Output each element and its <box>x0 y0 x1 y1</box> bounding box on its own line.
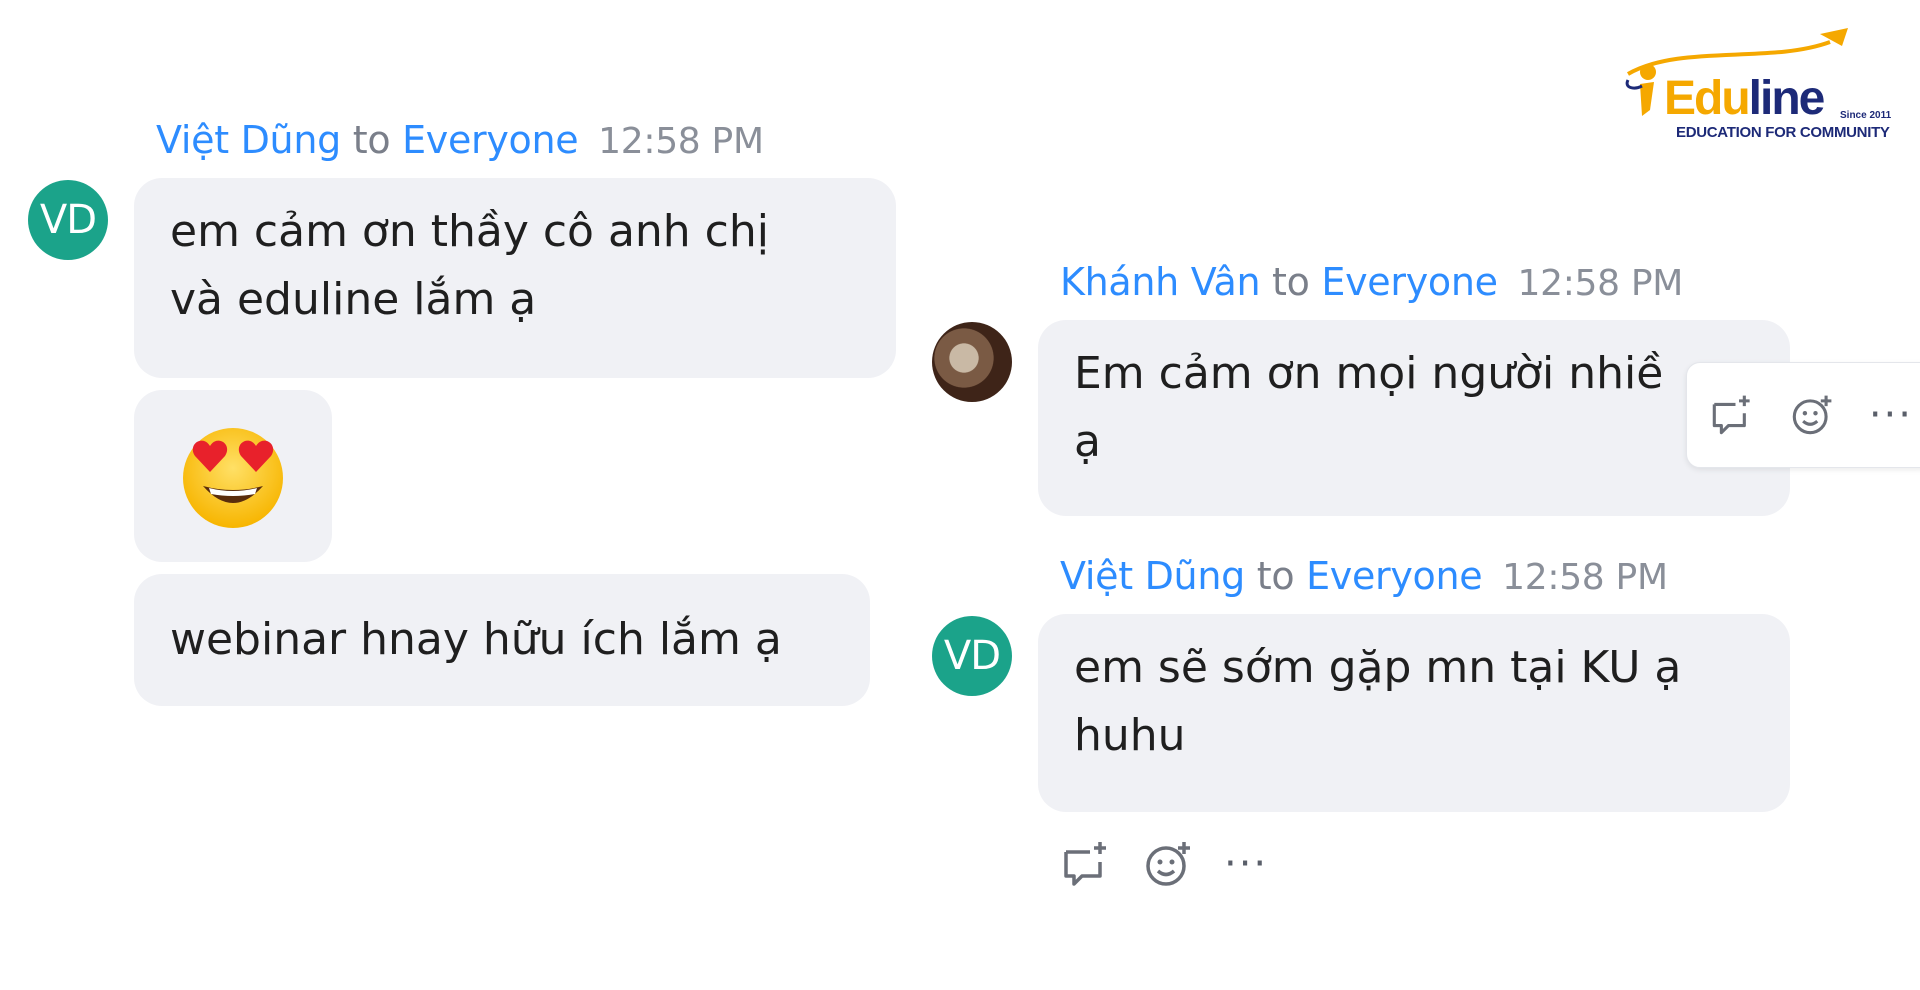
recipient-name[interactable]: Everyone <box>1306 554 1483 598</box>
message-header: Khánh Vân to Everyone 12:58 PM <box>1060 260 1683 304</box>
timestamp: 12:58 PM <box>1502 557 1668 598</box>
avatar-photo[interactable] <box>932 322 1012 402</box>
message-header: Việt Dũng to Everyone 12:58 PM <box>156 118 764 162</box>
message-header: Việt Dũng to Everyone 12:58 PM <box>1060 554 1668 598</box>
recipient-name[interactable]: Everyone <box>1321 260 1498 304</box>
reply-comment-plus-icon[interactable] <box>1060 838 1112 890</box>
message-line: ạ <box>1074 416 1101 467</box>
more-options-icon[interactable]: ··· <box>1869 395 1913 435</box>
message-line: webinar hnay hữu ích lắm ạ <box>170 614 782 665</box>
message-line: và eduline lắm ạ <box>170 274 537 325</box>
message-bubble[interactable]: em cảm ơn thầy cô anh chị và eduline lắm… <box>134 178 896 378</box>
add-reaction-icon[interactable] <box>1789 389 1835 441</box>
message-line: em sẽ sớm gặp mn tại KU ạ <box>1074 642 1682 693</box>
message-action-row: ··· <box>1060 838 1268 890</box>
sender-name[interactable]: Việt Dũng <box>156 118 341 162</box>
more-options-icon[interactable]: ··· <box>1224 844 1268 884</box>
to-label: to <box>1256 554 1295 598</box>
sender-name[interactable]: Việt Dũng <box>1060 554 1245 598</box>
add-reaction-icon[interactable] <box>1142 838 1194 890</box>
emoji-bubble[interactable] <box>134 390 332 562</box>
heart-eyes-emoji-icon <box>183 428 283 528</box>
message-line: em cảm ơn thầy cô anh chị <box>170 206 769 257</box>
to-label: to <box>352 118 391 162</box>
sender-name[interactable]: Khánh Vân <box>1060 260 1261 304</box>
logo-tagline: EDUCATION FOR COMMUNITY <box>1676 124 1890 141</box>
message-line: huhu <box>1074 710 1186 761</box>
avatar-initials: VD <box>943 633 1001 679</box>
avatar[interactable]: VD <box>932 616 1012 696</box>
message-bubble[interactable]: em sẽ sớm gặp mn tại KU ạ huhu <box>1038 614 1790 812</box>
message-hover-toolbar: ··· <box>1686 362 1920 468</box>
message-bubble[interactable]: webinar hnay hữu ích lắm ạ <box>134 574 870 706</box>
eduline-logo: Eduline Since 2011 EDUCATION FOR COMMUNI… <box>1620 24 1900 144</box>
avatar-initials: VD <box>39 197 97 243</box>
logo-edu-text: Edu <box>1664 72 1751 125</box>
avatar[interactable]: VD <box>28 180 108 260</box>
logo-since: Since 2011 <box>1840 110 1892 121</box>
reply-comment-plus-icon[interactable] <box>1709 389 1755 441</box>
message-line: Em cảm ơn mọi người nhiề <box>1074 348 1664 399</box>
logo-line-text: line <box>1748 72 1826 125</box>
timestamp: 12:58 PM <box>598 121 764 162</box>
timestamp: 12:58 PM <box>1517 263 1684 304</box>
to-label: to <box>1272 260 1310 304</box>
message-bubble[interactable]: Em cảm ơn mọi người nhiề ạ <box>1038 320 1790 516</box>
recipient-name[interactable]: Everyone <box>402 118 579 162</box>
